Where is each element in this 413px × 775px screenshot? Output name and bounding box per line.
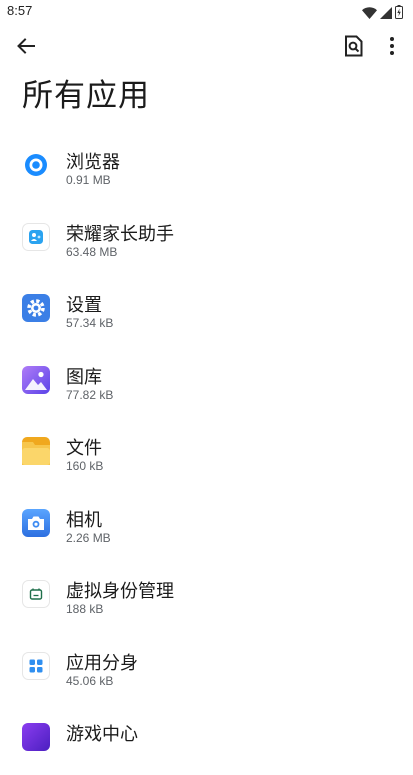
app-size: 57.34 kB <box>66 316 114 330</box>
app-name: 浏览器 <box>66 152 120 173</box>
back-button[interactable] <box>6 28 46 68</box>
app-row-browser[interactable]: 浏览器 0.91 MB <box>0 131 413 203</box>
app-row-parent-assistant[interactable]: 荣耀家长助手 63.48 MB <box>0 203 413 275</box>
app-size: 77.82 kB <box>66 387 114 402</box>
gallery-icon <box>22 365 50 394</box>
battery-icon <box>395 4 403 23</box>
app-name: 图库 <box>66 366 102 388</box>
virtual-identity-icon <box>22 580 50 608</box>
search-document-icon <box>344 35 364 61</box>
app-row-virtual-identity[interactable]: 虚拟身份管理 188 kB <box>0 560 413 632</box>
parent-assistant-icon <box>22 222 50 251</box>
app-name: 相机 <box>66 509 102 531</box>
camera-icon <box>22 508 50 537</box>
app-size: 188 kB <box>66 602 104 616</box>
wifi-icon <box>362 4 377 23</box>
app-size: 2.26 MB <box>66 530 111 545</box>
app-name: 文件 <box>66 438 102 459</box>
app-name: 应用分身 <box>66 652 138 674</box>
app-list: 浏览器 0.91 MB 荣耀家长助手 63.48 MB 设置 57.34 kB … <box>0 131 413 775</box>
more-vert-icon <box>389 36 395 60</box>
app-size: 0.91 MB <box>66 173 111 187</box>
app-row-settings[interactable]: 设置 57.34 kB <box>0 274 413 346</box>
status-bar: 8:57 <box>0 0 413 24</box>
more-options-button[interactable] <box>372 28 412 68</box>
app-size: 63.48 MB <box>66 244 118 259</box>
status-icons <box>362 4 403 23</box>
app-twin-icon <box>22 651 50 680</box>
app-name: 荣耀家长助手 <box>66 223 174 245</box>
files-icon <box>22 437 50 465</box>
cellular-signal-icon <box>380 4 392 23</box>
app-row-files[interactable]: 文件 160 kB <box>0 417 413 489</box>
browser-icon <box>22 151 50 179</box>
settings-icon <box>22 294 50 322</box>
status-time: 8:57 <box>7 3 33 18</box>
arrow-back-icon <box>16 36 36 60</box>
app-size: 45.06 kB <box>66 673 114 688</box>
app-row-gallery[interactable]: 图库 77.82 kB <box>0 346 413 418</box>
app-name: 虚拟身份管理 <box>66 581 174 602</box>
game-center-icon <box>22 723 50 751</box>
page-title: 所有应用 <box>22 78 150 114</box>
app-name: 游戏中心 <box>66 724 138 745</box>
app-name: 设置 <box>66 295 102 316</box>
app-row-camera[interactable]: 相机 2.26 MB <box>0 489 413 561</box>
app-row-app-twin[interactable]: 应用分身 45.06 kB <box>0 632 413 704</box>
app-row-game-center[interactable]: 游戏中心 <box>0 703 413 775</box>
search-apps-button[interactable] <box>334 28 374 68</box>
app-size: 160 kB <box>66 459 104 473</box>
